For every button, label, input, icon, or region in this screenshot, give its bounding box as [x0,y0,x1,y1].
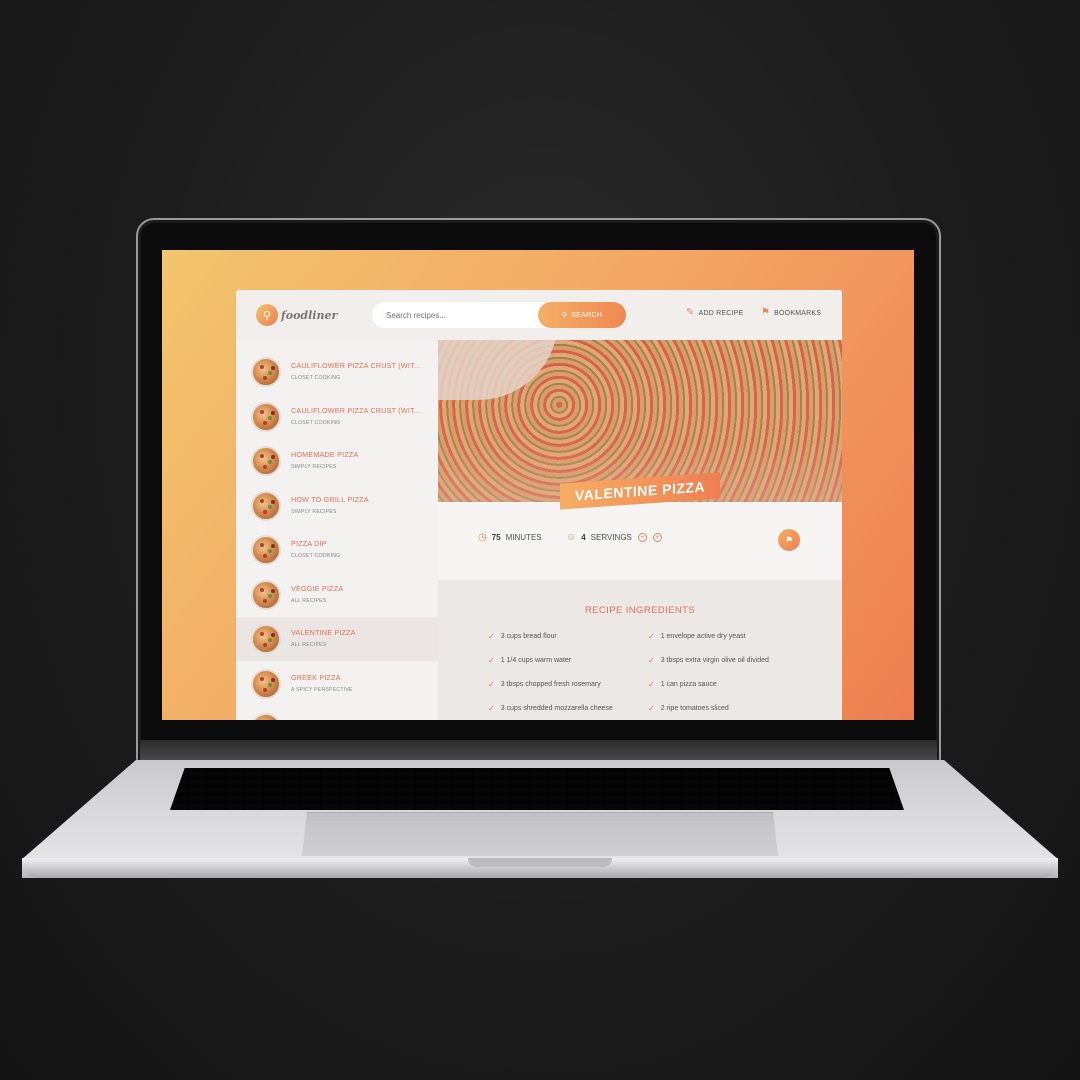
check-icon: ✓ [648,704,655,713]
recipe-publisher: CLOSET COOKING [291,375,341,381]
laptop-keyboard [170,768,904,810]
laptop-trackpad [302,812,778,856]
ingredients-heading: RECIPE INGREDIENTS [584,605,696,616]
recipe-publisher: SIMPLY RECIPES [291,509,337,515]
check-icon: ✓ [648,632,655,641]
laptop-screen: ⚲ foodliner ⚲ SEARCH ✎ ADD RECIPE ⚑ BOOK… [162,250,914,720]
add-recipe-label: ADD RECIPE [698,309,744,317]
list-item[interactable]: GREEK PIZZA A SPICY PERSPECTIVE [236,662,438,706]
list-item[interactable]: CAULIFLOWER PIZZA CRUST (WIT... CLOSET C… [236,395,438,439]
minutes-value: 75 [491,533,501,542]
plus-circle-icon[interactable]: + [652,533,662,542]
recipe-publisher: CLOSET COOKING [291,420,341,426]
cooking-time: ◷ 75 MINUTES [478,532,542,543]
bookmark-icon: ⚑ [761,307,771,318]
recipe-title: GREEK PIZZA [291,673,341,682]
recipe-title: HOW TO GRILL PIZZA [291,495,369,504]
ingredient-text: 1 can pizza sauce [660,681,717,688]
clock-icon: ◷ [478,532,487,543]
list-item[interactable]: CAULIFLOWER PIZZA CRUST (WIT... CLOSET C… [236,350,438,394]
users-icon: ☺ [566,532,577,543]
recipe-title: VEGGIE PIZZA [291,584,344,593]
list-item-active[interactable]: VALENTINE PIZZA ALL RECIPES [236,617,438,661]
recipe-publisher: CLOSET COOKING [291,553,341,559]
edit-icon: ✎ [686,307,695,318]
ingredient-text: 1 1/4 cups warm water [500,657,572,664]
check-icon: ✓ [488,632,495,641]
laptop-notch [468,858,612,867]
fork-knife-icon: ⚲ [256,304,278,326]
recipe-thumbnail [251,535,281,565]
list-item[interactable]: VEGGIE PIZZA ALL RECIPES [236,573,438,617]
bookmark-recipe-button[interactable]: ⚑ [778,529,800,551]
bookmark-icon: ⚑ [784,534,794,545]
search-form: ⚲ SEARCH [372,302,626,328]
search-icon: ⚲ [561,312,568,319]
recipe-thumbnail [251,357,281,387]
ingredient-text: 3 tbsps extra virgin olive oil divided [660,657,769,664]
recipe-thumbnail [251,446,281,476]
minutes-label: MINUTES [505,533,542,542]
ingredient-text: 1 envelope active dry yeast [660,633,746,640]
servings-value: 4 [581,533,586,542]
check-icon: ✓ [648,680,655,689]
bookmarks-button[interactable]: ⚑ BOOKMARKS [761,308,821,318]
recipe-thumbnail [251,669,281,699]
ingredient-text: 3 tbsps chopped fresh rosemary [500,681,601,688]
ingredient-item: ✓ 1 can pizza sauce [648,680,717,689]
list-item-partial[interactable] [236,706,438,720]
recipe-title: HOMEMADE PIZZA [291,450,359,459]
recipe-thumbnail [251,402,281,432]
ingredient-text: 3 cups shredded mozzarella cheese [500,705,613,712]
bookmarks-label: BOOKMARKS [774,309,822,317]
recipe-title: VALENTINE PIZZA [291,628,356,637]
ingredient-item: ✓ 3 tbsps chopped fresh rosemary [488,680,601,689]
header: ⚲ foodliner ⚲ SEARCH ✎ ADD RECIPE ⚑ BOOK… [236,290,842,340]
ingredients-section: RECIPE INGREDIENTS ✓ 3 cups bread flour … [438,580,842,720]
add-recipe-button[interactable]: ✎ ADD RECIPE [686,308,743,318]
ingredient-item: ✓ 1 1/4 cups warm water [488,656,571,665]
ingredient-item: ✓ 1 envelope active dry yeast [648,632,746,641]
list-item[interactable]: HOW TO GRILL PIZZA SIMPLY RECIPES [236,484,438,528]
recipe-title: CAULIFLOWER PIZZA CRUST (WIT... [291,361,421,370]
minus-circle-icon[interactable]: − [637,533,647,542]
app-window: ⚲ foodliner ⚲ SEARCH ✎ ADD RECIPE ⚑ BOOK… [236,290,842,720]
recipe-details: ◷ 75 MINUTES ☺ 4 SERVINGS − + ⚑ [438,502,842,580]
recipe-title: PIZZA DIP [291,539,327,548]
list-item[interactable]: PIZZA DIP CLOSET COOKING [236,528,438,572]
check-icon: ✓ [488,680,495,689]
logo-text: foodliner [281,308,338,322]
recipe-publisher: ALL RECIPES [291,598,327,604]
ingredient-item: ✓ 3 tbsps extra virgin olive oil divided [648,656,769,665]
servings-label: SERVINGS [590,533,632,542]
check-icon: ✓ [488,704,495,713]
recipe-thumbnail [251,491,281,521]
laptop-hinge [140,740,937,760]
ingredient-text: 3 cups bread flour [500,633,557,640]
recipe-thumbnail [251,624,281,654]
ingredient-text: 2 ripe tomatoes sliced [660,705,729,712]
search-results-list: CAULIFLOWER PIZZA CRUST (WIT... CLOSET C… [236,340,438,720]
recipe-thumbnail [251,580,281,610]
recipe-publisher: ALL RECIPES [291,642,327,648]
ingredient-item: ✓ 2 ripe tomatoes sliced [648,704,729,713]
recipe-publisher: A SPICY PERSPECTIVE [291,687,353,693]
search-button[interactable]: ⚲ SEARCH [538,302,626,328]
check-icon: ✓ [648,656,655,665]
search-input[interactable] [372,310,532,320]
check-icon: ✓ [488,656,495,665]
recipe-thumbnail [251,713,281,720]
ingredient-item: ✓ 3 cups shredded mozzarella cheese [488,704,613,713]
ingredient-item: ✓ 3 cups bread flour [488,632,557,641]
logo[interactable]: ⚲ foodliner [256,304,337,326]
recipe-publisher: SIMPLY RECIPES [291,464,337,470]
recipe-title: CAULIFLOWER PIZZA CRUST (WIT... [291,406,421,415]
list-item[interactable]: HOMEMADE PIZZA SIMPLY RECIPES [236,439,438,483]
servings: ☺ 4 SERVINGS − + [566,532,662,543]
search-button-label: SEARCH [571,311,603,319]
